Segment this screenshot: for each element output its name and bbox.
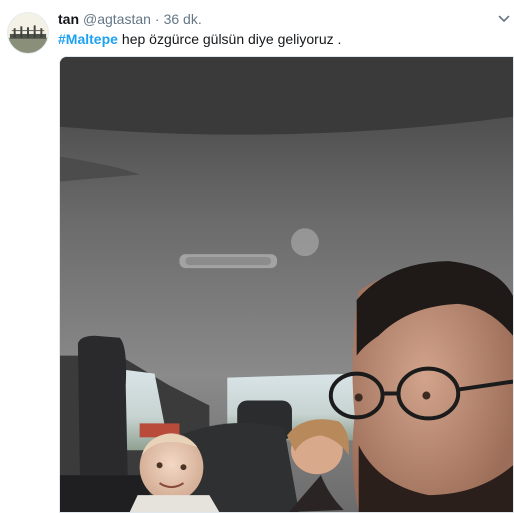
tweet-text-row: #Maltepe hep özgürce gülsün diye geliyoru… xyxy=(58,30,341,48)
separator-dot: · xyxy=(154,11,160,27)
selfie-photo xyxy=(60,57,513,512)
tweet-card: tan @agtastan · 36 dk. #Maltepe hep özgürce … xyxy=(0,0,514,513)
tweet-options-button[interactable] xyxy=(498,13,510,25)
tweet-text: hep özgürce gülsün diye geliyoruz . xyxy=(121,31,342,47)
tweet-header: tan @agtastan · 36 dk. xyxy=(58,10,202,28)
user-fullname[interactable]: tan xyxy=(58,11,79,27)
user-handle[interactable]: @agtastan xyxy=(83,11,151,27)
user-avatar[interactable] xyxy=(7,12,49,54)
tweet[interactable]: tan @agtastan · 36 dk. #Maltepe hep özgürce … xyxy=(0,0,514,513)
tweet-timestamp[interactable]: 36 dk. xyxy=(164,11,202,27)
hashtag-link[interactable]: #Maltepe xyxy=(58,31,118,47)
tweet-photo[interactable] xyxy=(59,56,514,513)
avatar-photo xyxy=(8,13,48,53)
chevron-down-icon xyxy=(498,15,510,22)
